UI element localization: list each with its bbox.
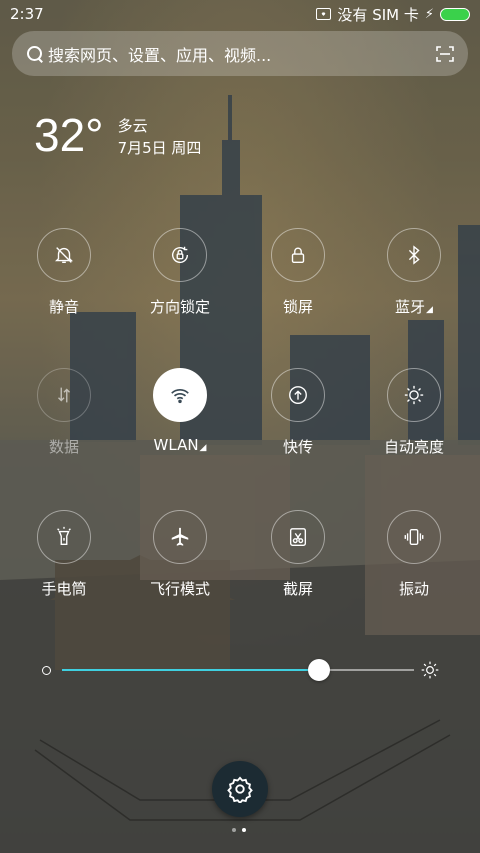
toggle-bluetooth[interactable]: 蓝牙◢ [356, 228, 472, 328]
gear-icon [227, 776, 253, 803]
toggle-airplane-mode-label: 飞行模式 [149, 580, 210, 598]
rotation-lock-icon[interactable] [153, 228, 207, 282]
toggle-vibrate-label: 振动 [398, 580, 429, 598]
screenshot-icon[interactable] [271, 510, 325, 564]
airplane-icon[interactable] [153, 510, 207, 564]
toggle-mobile-data[interactable]: 数据 [6, 368, 122, 468]
page-dot-active [242, 828, 246, 832]
toggle-lock-screen[interactable]: 锁屏 [240, 228, 356, 328]
no-sim-icon [316, 8, 332, 20]
weather-temperature: 32° [34, 109, 104, 161]
toggle-rotation-lock-label: 方向锁定 [149, 298, 210, 316]
brightness-fill [62, 669, 319, 671]
mute-bell-icon[interactable] [37, 228, 91, 282]
status-bar: 2:37 没有 SIM 卡 ⚡ [0, 0, 480, 28]
toggle-auto-brightness[interactable]: 自动亮度 [356, 368, 472, 468]
toggle-screenshot[interactable]: 截屏 [240, 510, 356, 610]
toggle-quick-transfer[interactable]: 快传 [240, 368, 356, 468]
toggle-flashlight-label: 手电筒 [41, 580, 87, 598]
brightness-high-icon [421, 661, 439, 679]
wifi-icon[interactable] [153, 368, 207, 422]
weather-info: 多云 7月5日 周四 [118, 115, 202, 159]
toggle-vibrate[interactable]: 振动 [356, 510, 472, 610]
auto-brightness-icon[interactable] [387, 368, 441, 422]
sim-status-text: 没有 SIM 卡 [337, 5, 419, 24]
toggle-airplane-mode[interactable]: 飞行模式 [122, 510, 238, 610]
lock-icon[interactable] [271, 228, 325, 282]
toggle-mute-label: 静音 [48, 298, 79, 316]
search-bar[interactable]: 搜索网页、设置、应用、视频... [12, 31, 468, 76]
toggle-rotation-lock[interactable]: 方向锁定 [122, 228, 238, 328]
brightness-low-icon [42, 666, 51, 675]
scan-icon[interactable] [436, 45, 454, 63]
status-time: 2:37 [10, 5, 44, 23]
search-input[interactable]: 搜索网页、设置、应用、视频... [48, 42, 436, 66]
settings-button[interactable] [212, 761, 268, 817]
toggle-lock-screen-label: 锁屏 [282, 298, 313, 316]
toggle-mute[interactable]: 静音 [6, 228, 122, 328]
weather-condition: 多云 [117, 117, 148, 135]
toggle-wlan[interactable]: WLAN◢ [122, 368, 238, 468]
toggle-flashlight[interactable]: 手电筒 [6, 510, 122, 610]
brightness-thumb[interactable] [307, 659, 330, 681]
brightness-slider[interactable] [40, 658, 440, 682]
weather-date: 7月5日 周四 [117, 139, 202, 157]
search-icon [26, 45, 44, 63]
toggle-wlan-label: WLAN◢ [153, 436, 207, 454]
charging-icon: ⚡ [424, 6, 434, 22]
toggle-auto-brightness-label: 自动亮度 [383, 438, 444, 456]
expand-triangle-icon: ◢ [199, 443, 207, 453]
mobile-data-icon[interactable] [37, 368, 91, 422]
vibrate-icon[interactable] [387, 510, 441, 564]
toggle-mobile-data-label: 数据 [48, 438, 79, 456]
toggle-bluetooth-label: 蓝牙◢ [395, 298, 433, 316]
quick-transfer-icon[interactable] [271, 368, 325, 422]
expand-triangle-icon: ◢ [426, 305, 433, 315]
flashlight-icon[interactable] [37, 510, 91, 564]
toggle-screenshot-label: 截屏 [282, 580, 313, 598]
status-indicators: 没有 SIM 卡 ⚡ [316, 4, 470, 25]
battery-icon [440, 7, 470, 21]
page-dot [232, 828, 236, 832]
weather-widget[interactable]: 32° 多云 7月5日 周四 [34, 112, 201, 159]
page-indicator [232, 828, 246, 832]
toggle-quick-transfer-label: 快传 [282, 438, 313, 456]
bluetooth-icon[interactable] [387, 228, 441, 282]
